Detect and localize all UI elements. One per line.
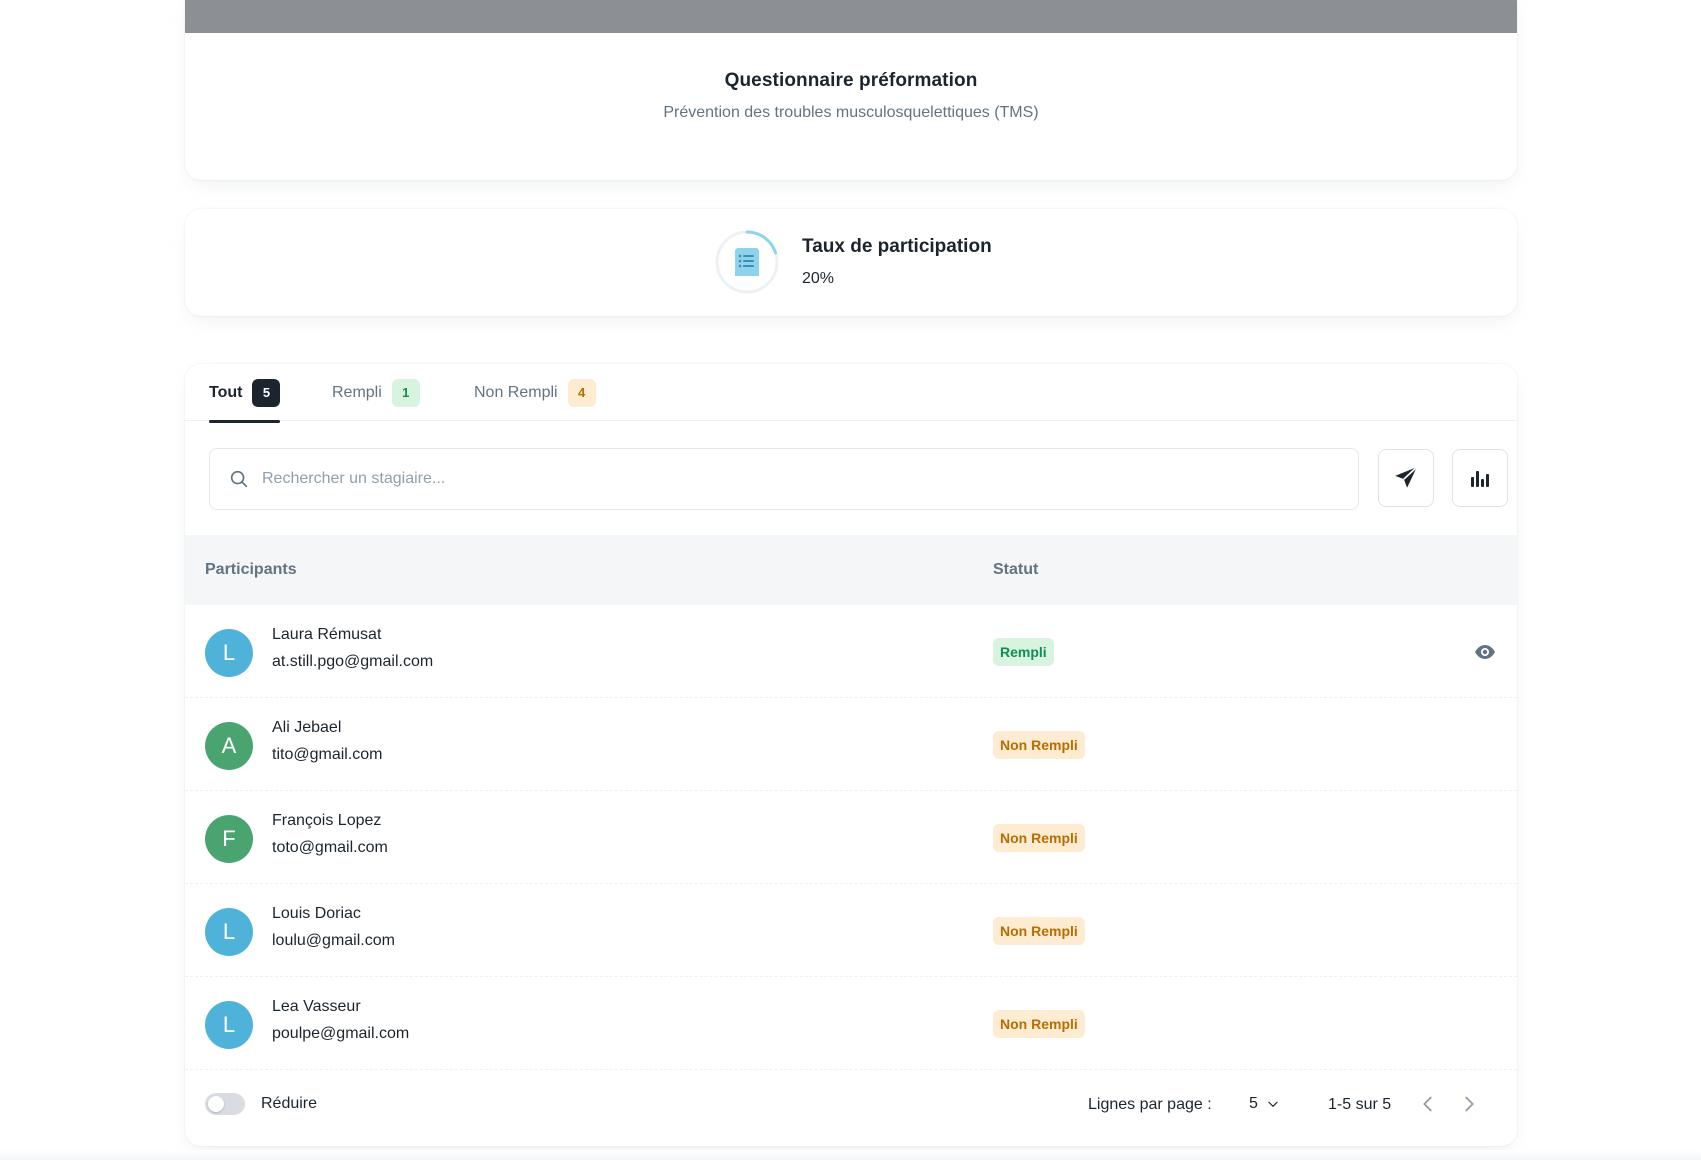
avatar: L: [205, 629, 253, 677]
table-row[interactable]: L Louis Doriac loulu@gmail.com Non Rempl…: [185, 884, 1517, 977]
table-footer: Réduire Lignes par page : 5 1-5 sur 5: [185, 1064, 1517, 1146]
tab-filled-label: Rempli: [332, 384, 382, 401]
participation-rate-card: Taux de participation 20%: [185, 209, 1517, 316]
dense-toggle-label: Réduire: [261, 1095, 318, 1112]
table-header: Participants Statut: [185, 535, 1517, 605]
status-badge: Non Rempli: [993, 824, 1085, 852]
rows-per-page-label: Lignes par page :: [1088, 1096, 1212, 1113]
cover-banner: [185, 0, 1517, 33]
search-icon: [230, 470, 248, 488]
participant-email: loulu@gmail.com: [272, 932, 395, 949]
participant-name: François Lopez: [272, 812, 382, 829]
avatar: L: [205, 1001, 253, 1049]
participant-name: Laura Rémusat: [272, 626, 382, 643]
status-tabs: Tout 5 Rempli 1 Non Rempli 4: [185, 364, 1517, 423]
tab-all-label: Tout: [209, 384, 243, 401]
send-reminder-button[interactable]: [1378, 449, 1434, 507]
tab-all[interactable]: Tout 5: [209, 379, 281, 423]
column-status[interactable]: Statut: [993, 561, 1038, 579]
chevron-down-icon: [1268, 1101, 1278, 1107]
participant-email: toto@gmail.com: [272, 839, 388, 856]
tab-unfilled-label: Non Rempli: [474, 384, 558, 401]
pagination-range: 1-5 sur 5: [1328, 1096, 1392, 1113]
status-badge: Non Rempli: [993, 917, 1085, 945]
send-icon: [1395, 466, 1418, 488]
document-list-icon: [735, 248, 759, 276]
table-row[interactable]: L Laura Rémusat at.still.pgo@gmail.com R…: [185, 605, 1517, 698]
table-row[interactable]: A Ali Jebael tito@gmail.com Non Rempli: [185, 698, 1517, 791]
tab-filled[interactable]: Rempli 1: [332, 379, 420, 421]
tab-unfilled[interactable]: Non Rempli 4: [474, 379, 596, 421]
questionnaire-subtitle: Prévention des troubles musculosqueletti…: [663, 104, 1039, 121]
page: Questionnaire préformation Prévention de…: [0, 0, 1701, 1160]
participant-name: Lea Vasseur: [272, 998, 361, 1015]
chevron-right-icon[interactable]: [1458, 1093, 1480, 1115]
avatar: F: [205, 815, 253, 863]
participation-progress-ring: [715, 230, 779, 294]
participant-name: Louis Doriac: [272, 905, 361, 922]
table-row[interactable]: F François Lopez toto@gmail.com Non Remp…: [185, 791, 1517, 884]
status-badge: Non Rempli: [993, 731, 1085, 759]
statistics-button[interactable]: [1452, 449, 1508, 507]
questionnaire-header-card: Questionnaire préformation Prévention de…: [185, 0, 1517, 180]
dense-toggle[interactable]: [205, 1093, 245, 1115]
participants-card: Tout 5 Rempli 1 Non Rempli 4 Rechercher …: [185, 364, 1517, 1146]
questionnaire-title: Questionnaire préformation: [724, 70, 978, 91]
column-participants[interactable]: Participants: [205, 561, 297, 579]
participation-rate-value: 20%: [802, 270, 835, 287]
avatar: L: [205, 908, 253, 956]
status-badge: Rempli: [993, 638, 1054, 666]
rows-per-page-select[interactable]: 5: [1249, 1095, 1280, 1113]
bar-chart-icon: [1471, 471, 1489, 487]
avatar: A: [205, 722, 253, 770]
table-row[interactable]: L Lea Vasseur poulpe@gmail.com Non Rempl…: [185, 977, 1517, 1070]
rows-per-page-value: 5: [1249, 1095, 1258, 1112]
tab-filled-count: 1: [391, 379, 420, 407]
page-bottom-shade: [0, 1150, 1701, 1160]
status-badge: Non Rempli: [993, 1010, 1085, 1038]
participant-email: poulpe@gmail.com: [272, 1025, 410, 1042]
participation-rate-title: Taux de participation: [802, 236, 992, 257]
participant-name: Ali Jebael: [272, 719, 342, 736]
eye-icon[interactable]: [1473, 640, 1497, 664]
participant-email: tito@gmail.com: [272, 746, 383, 763]
search-input[interactable]: [262, 470, 1312, 488]
chevron-left-icon[interactable]: [1417, 1093, 1439, 1115]
participant-email: at.still.pgo@gmail.com: [272, 653, 434, 670]
tab-all-count: 5: [252, 379, 281, 407]
tab-unfilled-count: 4: [567, 379, 596, 407]
search-box: [209, 448, 1359, 510]
